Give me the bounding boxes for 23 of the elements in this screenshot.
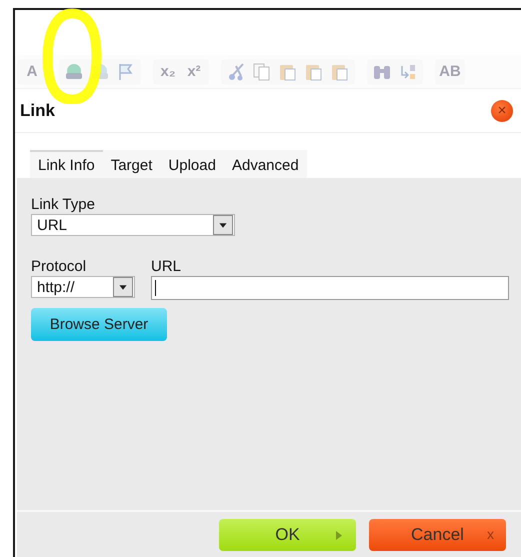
cancel-mark: x <box>487 526 494 542</box>
clipboard-icon[interactable] <box>331 62 349 80</box>
dialog-title: Link <box>20 100 55 120</box>
field-label: Protocol <box>31 258 88 275</box>
clipboard-icon[interactable] <box>279 62 297 80</box>
tab[interactable]: Target <box>102 150 160 178</box>
play-arrow-icon <box>336 531 342 540</box>
flag-icon[interactable] <box>118 62 134 80</box>
replace-icon[interactable] <box>399 62 417 80</box>
link-type-select[interactable]: URL <box>31 214 235 236</box>
cancel-button[interactable]: Cancel x <box>369 519 506 551</box>
tab[interactable]: Upload <box>160 150 224 178</box>
documents-icon[interactable] <box>253 62 271 80</box>
tab[interactable]: Advanced <box>224 150 307 178</box>
clipboard-icon[interactable] <box>305 62 323 80</box>
field-label: URL <box>151 258 182 275</box>
url-input-field[interactable] <box>151 276 509 300</box>
protocol-select[interactable]: http:// <box>31 276 135 298</box>
field-label: Link Type <box>31 196 96 213</box>
scissors-icon[interactable] <box>227 62 245 80</box>
tab[interactable]: Link Info <box>30 150 103 178</box>
ok-button[interactable]: OK <box>219 519 356 551</box>
browse-server-button[interactable]: Browse Server <box>31 308 167 341</box>
